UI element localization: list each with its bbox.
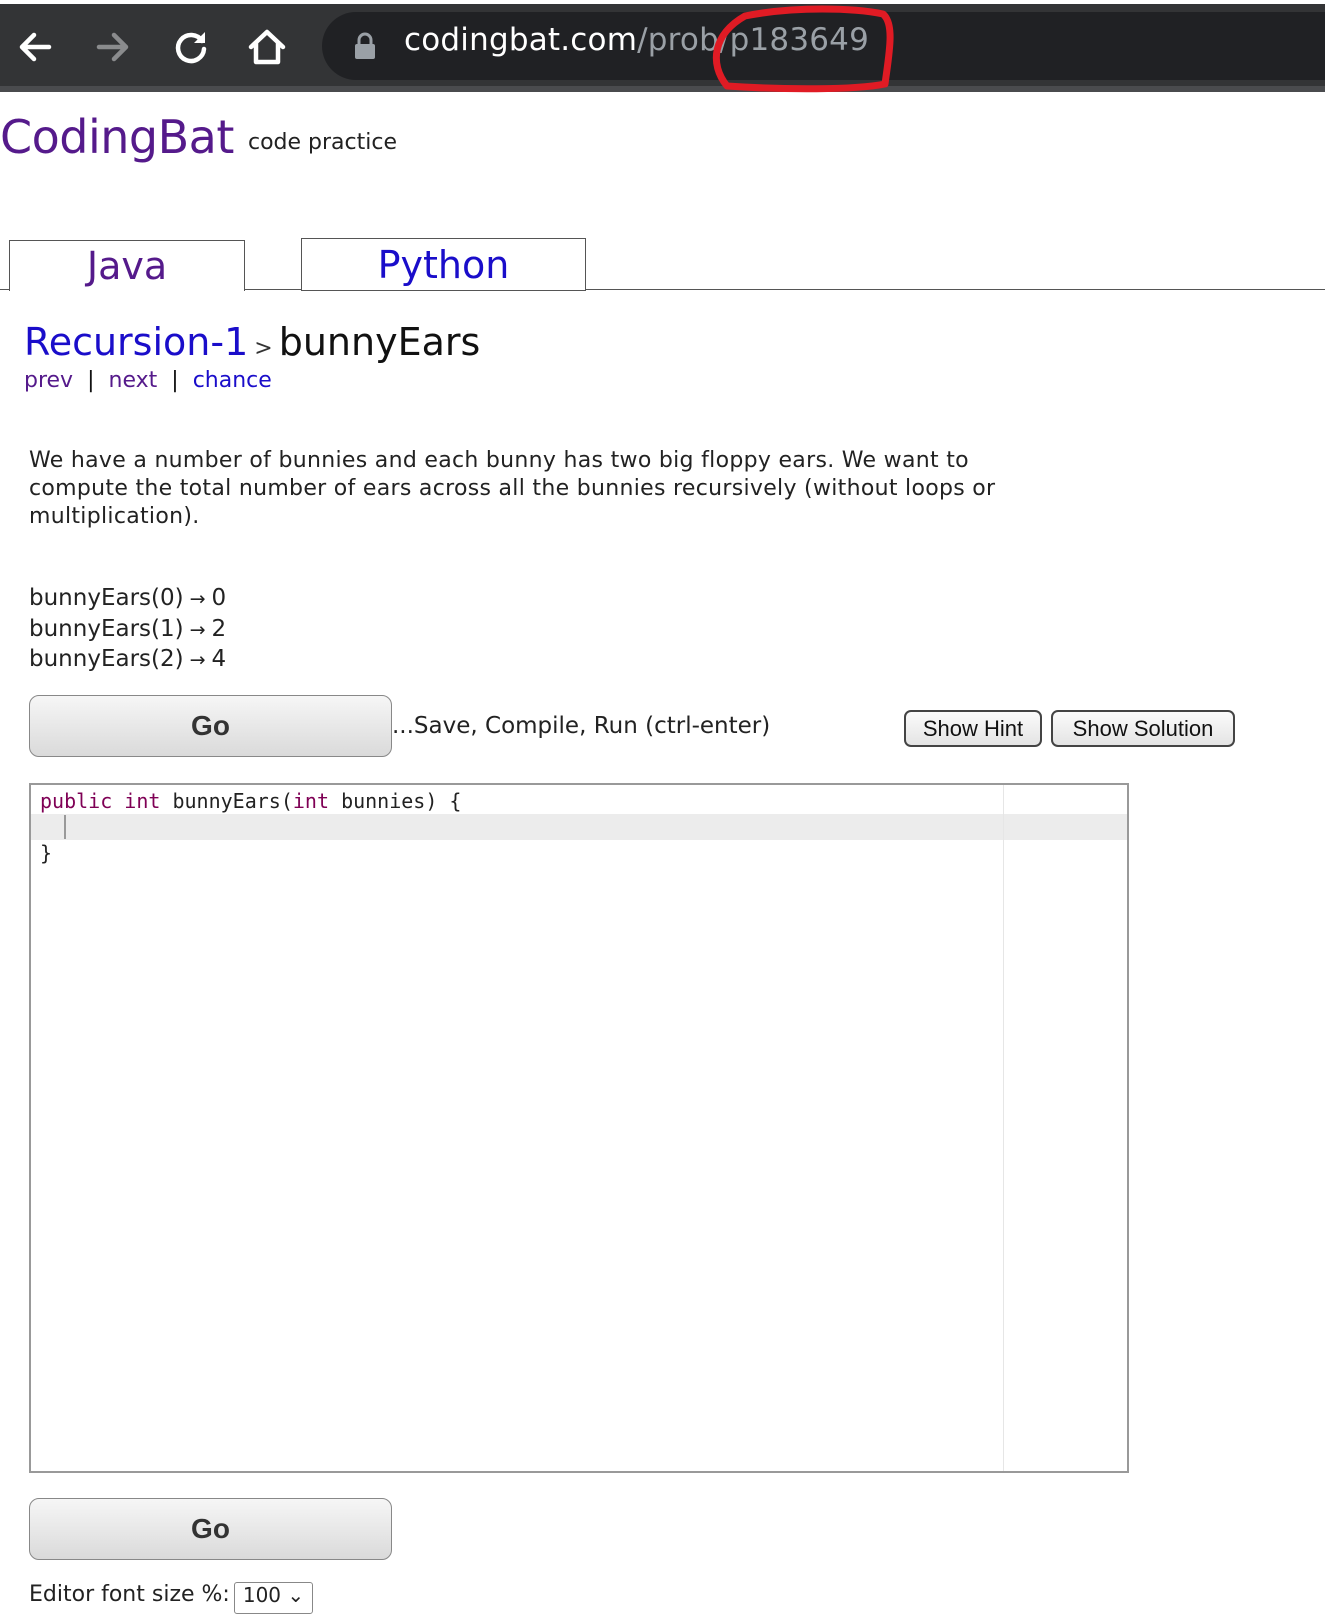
code-line: public int bunnyEars(int bunnies) { xyxy=(40,789,461,813)
tab-python[interactable]: Python xyxy=(301,238,586,291)
home-icon xyxy=(248,29,286,65)
show-hint-button[interactable]: Show Hint xyxy=(904,710,1042,747)
show-solution-button[interactable]: Show Solution xyxy=(1051,710,1235,747)
toolbar-divider xyxy=(0,86,1325,92)
site-logo[interactable]: CodingBat xyxy=(0,110,234,164)
code-line: } xyxy=(40,841,53,865)
problem-title: bunnyEars xyxy=(278,320,481,364)
forward-button[interactable] xyxy=(88,22,138,72)
back-arrow-icon xyxy=(19,32,52,62)
problem-nav: prev | next | chance xyxy=(24,368,272,393)
nav-divider: | xyxy=(87,368,95,393)
url-host: codingbat.com xyxy=(404,22,638,58)
lock-icon xyxy=(355,32,375,59)
breadcrumb-section-link[interactable]: Recursion-1 xyxy=(24,320,248,364)
breadcrumb-separator: > xyxy=(254,336,273,361)
code-editor[interactable]: public int bunnyEars(int bunnies) { } xyxy=(29,783,1129,1473)
example-arrow: → xyxy=(189,649,206,671)
url-text[interactable]: codingbat.com/prob/p183649 xyxy=(404,22,869,58)
window-top-edge xyxy=(0,0,1325,4)
code-method-name: bunnyEars( xyxy=(172,789,293,813)
example-call: bunnyEars(2) xyxy=(29,646,184,672)
example-arrow: → xyxy=(189,588,206,610)
reload-button[interactable] xyxy=(166,22,216,72)
code-params: bunnies) { xyxy=(341,789,462,813)
print-margin xyxy=(1003,785,1004,1471)
problem-description: We have a number of bunnies and each bun… xyxy=(29,448,996,529)
font-size-select[interactable]: 100 ⌄ xyxy=(233,1582,314,1614)
code-keyword: int xyxy=(124,789,161,813)
example-row: bunnyEars(2) → 4 xyxy=(29,645,226,676)
example-row: bunnyEars(1) → 2 xyxy=(29,615,226,646)
text-cursor xyxy=(64,815,66,839)
code-keyword: public xyxy=(40,789,113,813)
go-button-top[interactable]: Go xyxy=(29,695,392,757)
example-row: bunnyEars(0) → 0 xyxy=(29,584,226,615)
examples-list: bunnyEars(0) → 0 bunnyEars(1) → 2 bunnyEars(… xyxy=(29,584,226,676)
breadcrumb: Recursion-1 > bunnyEars xyxy=(24,320,480,364)
run-instructions: ...Save, Compile, Run (ctrl-enter) xyxy=(392,713,771,739)
code-keyword: int xyxy=(292,789,330,813)
go-button-bottom[interactable]: Go xyxy=(29,1498,392,1560)
back-button[interactable] xyxy=(10,22,60,72)
url-path: /prob/p183649 xyxy=(637,22,870,58)
example-result: 2 xyxy=(211,615,227,642)
example-call: bunnyEars(0) xyxy=(29,585,184,611)
font-size-value: 100 xyxy=(242,1583,282,1607)
forward-arrow-icon xyxy=(96,32,129,62)
tab-java[interactable]: Java xyxy=(9,240,245,291)
next-link[interactable]: next xyxy=(109,368,158,393)
editor-font-size-row: Editor font size %: 100 ⌄ xyxy=(29,1582,314,1614)
example-arrow: → xyxy=(189,618,206,641)
home-button[interactable] xyxy=(242,22,292,72)
font-size-label: Editor font size %: xyxy=(29,1582,230,1607)
site-tagline: code practice xyxy=(248,130,398,155)
nav-divider: | xyxy=(171,368,179,393)
chance-link[interactable]: chance xyxy=(193,368,272,393)
chevron-down-icon: ⌄ xyxy=(287,1583,305,1607)
reload-icon xyxy=(175,32,207,64)
example-call: bunnyEars(1) xyxy=(29,615,184,642)
prev-link[interactable]: prev xyxy=(24,368,73,393)
example-result: 4 xyxy=(211,646,227,672)
example-result: 0 xyxy=(211,585,227,611)
active-line-highlight xyxy=(31,814,1127,840)
